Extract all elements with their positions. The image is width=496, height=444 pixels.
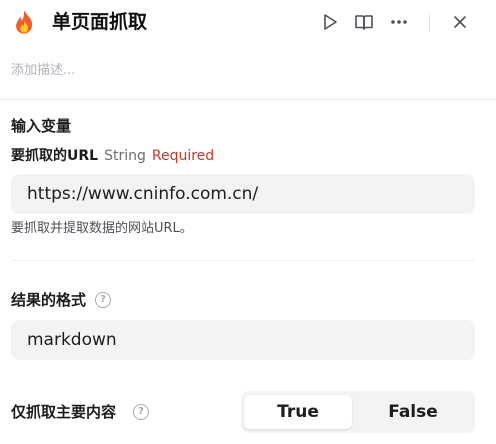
url-input[interactable]: https://www.cninfo.com.cn/	[11, 174, 475, 214]
format-label-text: 结果的格式	[11, 291, 87, 309]
close-icon	[454, 16, 466, 28]
more-horizontal-icon	[391, 20, 407, 24]
inputs-section-title: 输入变量	[11, 117, 72, 135]
variable-header: 要抓取的URL String Required	[11, 146, 214, 166]
close-button[interactable]	[450, 12, 470, 32]
header-divider	[429, 14, 430, 32]
format-input-value: markdown	[27, 330, 117, 350]
help-circle-icon[interactable]: ?	[95, 292, 112, 308]
variable-type: String	[104, 148, 146, 164]
more-button[interactable]	[389, 12, 409, 32]
toggle-option-false[interactable]: False	[359, 395, 467, 429]
url-hint: 要抓取并提取数据的网站URL。	[11, 221, 193, 236]
required-badge: Required	[151, 148, 215, 164]
page-title: 单页面抓取	[52, 11, 148, 33]
help-circle-icon[interactable]: ?	[133, 404, 150, 420]
toggle-option-true[interactable]: True	[244, 395, 352, 429]
format-input[interactable]: markdown	[11, 320, 475, 360]
docs-button[interactable]	[354, 12, 374, 32]
panel-header: 单页面抓取	[0, 0, 496, 44]
play-button[interactable]	[320, 12, 340, 32]
divider	[0, 99, 496, 100]
url-input-value: https://www.cninfo.com.cn/	[27, 184, 259, 204]
format-field-label: 结果的格式 ?	[11, 290, 112, 310]
fire-icon	[16, 10, 33, 34]
only-main-label-text: 仅抓取主要内容	[11, 403, 117, 421]
play-icon	[324, 14, 337, 30]
description-input[interactable]: 添加描述...	[11, 62, 75, 80]
variable-name: 要抓取的URL	[11, 148, 99, 164]
book-icon	[355, 15, 373, 30]
only-main-content-label: 仅抓取主要内容 ?	[11, 402, 150, 422]
divider	[11, 260, 475, 261]
only-main-content-toggle: True False	[241, 391, 475, 433]
